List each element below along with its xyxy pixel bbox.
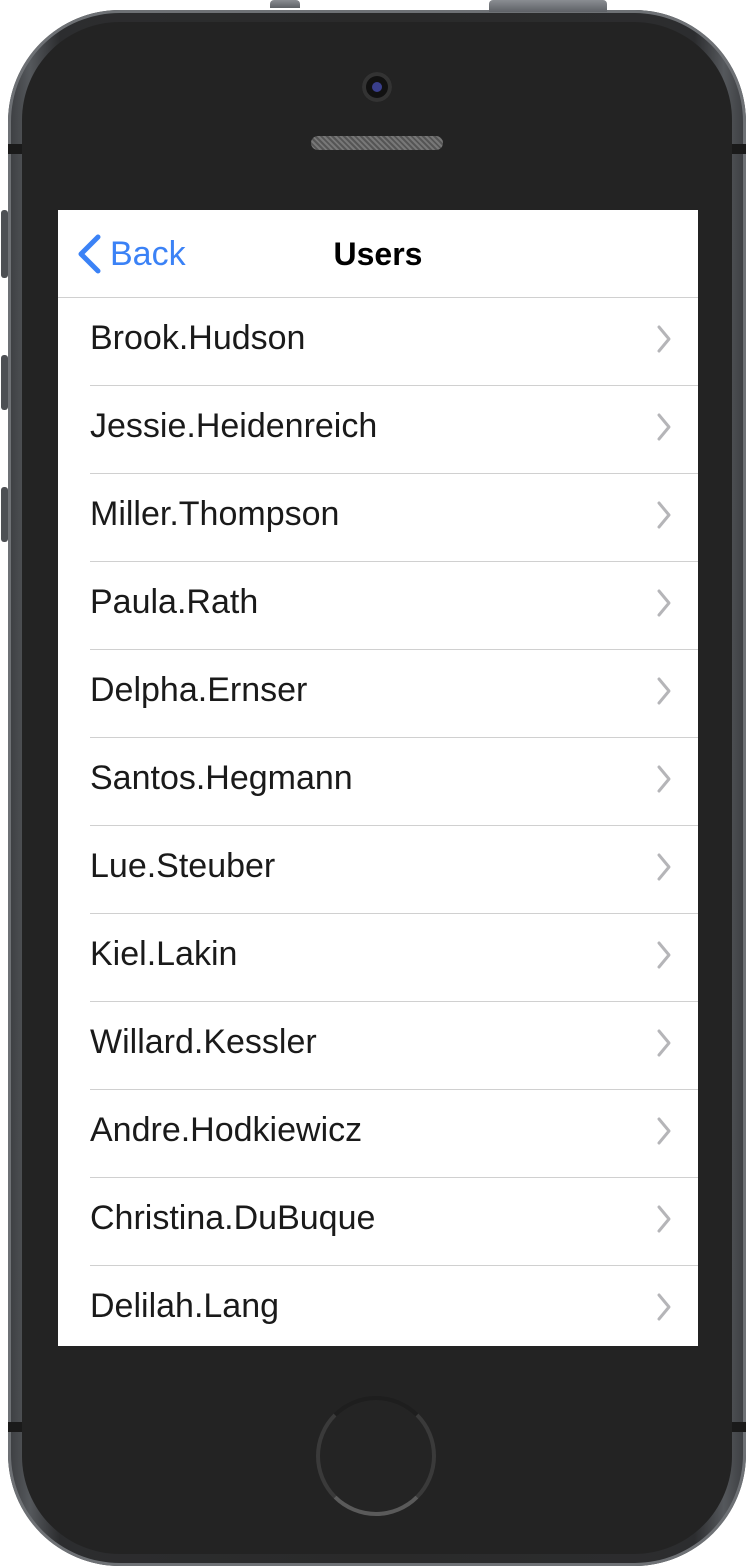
- back-label: Back: [110, 234, 186, 273]
- user-name: Miller.Thompson: [90, 495, 340, 533]
- user-name: Andre.Hodkiewicz: [90, 1111, 363, 1149]
- list-item[interactable]: Santos.Hegmann: [90, 738, 698, 826]
- list-item[interactable]: Paula.Rath: [90, 562, 698, 650]
- user-name: Jessie.Heidenreich: [90, 407, 378, 445]
- chevron-right-icon: [657, 1205, 671, 1233]
- list-item[interactable]: Christina.DuBuque: [90, 1178, 698, 1266]
- list-item[interactable]: Andre.Hodkiewicz: [90, 1090, 698, 1178]
- list-item[interactable]: Willard.Kessler: [90, 1002, 698, 1090]
- chevron-right-icon: [657, 941, 671, 969]
- antenna-band-left-bottom: [8, 1422, 22, 1432]
- earpiece-speaker: [311, 136, 443, 150]
- chevron-right-icon: [657, 501, 671, 529]
- user-name: Lue.Steuber: [90, 847, 276, 885]
- user-name: Kiel.Lakin: [90, 935, 238, 973]
- list-item[interactable]: Lue.Steuber: [90, 826, 698, 914]
- list-item[interactable]: Delilah.Lang: [90, 1266, 698, 1346]
- top-edge-highlight: [270, 0, 300, 8]
- chevron-right-icon: [657, 765, 671, 793]
- user-name: Paula.Rath: [90, 583, 259, 621]
- chevron-right-icon: [657, 853, 671, 881]
- list-item[interactable]: Delpha.Ernser: [90, 650, 698, 738]
- list-item[interactable]: Miller.Thompson: [90, 474, 698, 562]
- antenna-band-left-top: [8, 144, 22, 154]
- user-name: Willard.Kessler: [90, 1023, 317, 1061]
- home-button[interactable]: [316, 1396, 436, 1516]
- user-name: Delilah.Lang: [90, 1287, 280, 1325]
- power-button: [489, 0, 607, 12]
- volume-down-button: [1, 487, 8, 542]
- navigation-bar: Back Users: [58, 210, 698, 298]
- chevron-right-icon: [657, 1293, 671, 1321]
- list-item[interactable]: Jessie.Heidenreich: [90, 386, 698, 474]
- user-name: Delpha.Ernser: [90, 671, 308, 709]
- back-button[interactable]: Back: [76, 232, 186, 276]
- chevron-right-icon: [657, 413, 671, 441]
- list-item[interactable]: Brook.Hudson: [90, 298, 698, 386]
- list-item[interactable]: Kiel.Lakin: [90, 914, 698, 1002]
- antenna-band-right-top: [732, 144, 746, 154]
- chevron-right-icon: [657, 1029, 671, 1057]
- user-name: Brook.Hudson: [90, 319, 306, 357]
- antenna-band-right-bottom: [732, 1422, 746, 1432]
- chevron-right-icon: [657, 325, 671, 353]
- volume-up-button: [1, 355, 8, 410]
- users-list: Brook.Hudson Jessie.Heidenreich Miller.T…: [58, 298, 698, 1346]
- chevron-left-icon: [78, 234, 101, 274]
- user-name: Santos.Hegmann: [90, 759, 353, 797]
- chevron-right-icon: [657, 589, 671, 617]
- mute-switch: [1, 210, 8, 278]
- front-camera: [362, 72, 392, 102]
- chevron-right-icon: [657, 1117, 671, 1145]
- chevron-right-icon: [657, 677, 671, 705]
- user-name: Christina.DuBuque: [90, 1199, 376, 1237]
- screen: Back Users Brook.Hudson Jessie.Heidenrei…: [58, 210, 698, 1346]
